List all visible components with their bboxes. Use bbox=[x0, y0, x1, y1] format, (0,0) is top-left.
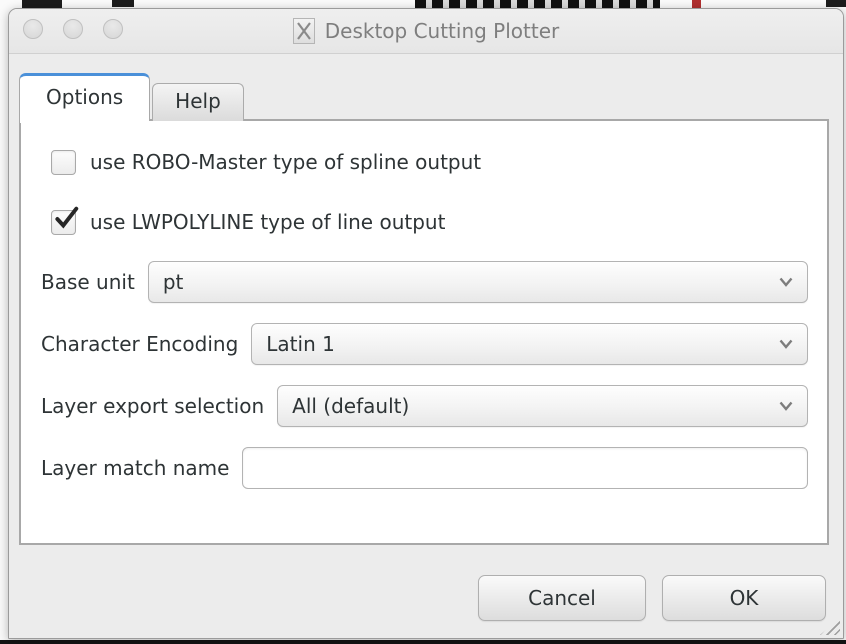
layer-match-name-input[interactable] bbox=[242, 447, 808, 489]
lwpolyline-checkbox[interactable] bbox=[51, 210, 76, 235]
character-encoding-label: Character Encoding bbox=[41, 332, 238, 356]
character-encoding-row: Character Encoding Latin 1 bbox=[41, 323, 808, 365]
close-button[interactable] bbox=[23, 19, 43, 39]
layer-export-selection-row: Layer export selection All (default) bbox=[41, 385, 808, 427]
tab-options[interactable]: Options bbox=[19, 73, 150, 121]
character-encoding-value: Latin 1 bbox=[266, 332, 335, 356]
lwpolyline-checkbox-row: use LWPOLYLINE type of line output bbox=[51, 207, 808, 237]
zoom-button[interactable] bbox=[103, 19, 123, 39]
tab-options-label: Options bbox=[46, 85, 123, 109]
layer-match-name-label: Layer match name bbox=[41, 456, 229, 480]
checkmark-icon bbox=[53, 206, 79, 232]
action-area: Cancel OK bbox=[478, 575, 826, 621]
layer-export-selection-value: All (default) bbox=[292, 394, 409, 418]
chevron-down-icon bbox=[779, 339, 793, 349]
window-title: Desktop Cutting Plotter bbox=[325, 19, 560, 43]
lwpolyline-checkbox-label[interactable]: use LWPOLYLINE type of line output bbox=[90, 210, 445, 234]
traffic-lights bbox=[23, 19, 123, 39]
ok-button[interactable]: OK bbox=[662, 575, 826, 621]
dialog-window: Desktop Cutting Plotter Options Help use… bbox=[8, 8, 844, 639]
tab-help[interactable]: Help bbox=[152, 83, 244, 121]
titlebar[interactable]: Desktop Cutting Plotter bbox=[9, 9, 843, 54]
layer-export-selection-dropdown[interactable]: All (default) bbox=[277, 385, 808, 427]
robo-master-checkbox-row: use ROBO-Master type of spline output bbox=[51, 147, 808, 177]
robo-master-checkbox[interactable] bbox=[51, 150, 76, 175]
title-group: Desktop Cutting Plotter bbox=[293, 18, 560, 44]
base-unit-dropdown[interactable]: pt bbox=[148, 261, 808, 303]
desktop-noise bbox=[22, 0, 62, 8]
base-unit-value: pt bbox=[163, 270, 184, 294]
base-unit-label: Base unit bbox=[41, 270, 135, 294]
tab-strip: Options Help bbox=[19, 73, 244, 121]
options-panel: use ROBO-Master type of spline output us… bbox=[19, 119, 829, 545]
layer-match-name-row: Layer match name bbox=[41, 447, 808, 489]
layer-export-selection-label: Layer export selection bbox=[41, 394, 264, 418]
chevron-down-icon bbox=[779, 277, 793, 287]
cancel-button[interactable]: Cancel bbox=[478, 575, 646, 621]
desktop-noise bbox=[0, 640, 846, 644]
desktop-noise bbox=[112, 0, 134, 7]
chevron-down-icon bbox=[779, 401, 793, 411]
base-unit-row: Base unit pt bbox=[41, 261, 808, 303]
character-encoding-dropdown[interactable]: Latin 1 bbox=[251, 323, 808, 365]
tab-help-label: Help bbox=[175, 89, 221, 113]
x-window-icon bbox=[293, 18, 315, 44]
desktop-noise bbox=[826, 0, 846, 7]
minimize-button[interactable] bbox=[63, 19, 83, 39]
robo-master-checkbox-label[interactable]: use ROBO-Master type of spline output bbox=[90, 150, 481, 174]
